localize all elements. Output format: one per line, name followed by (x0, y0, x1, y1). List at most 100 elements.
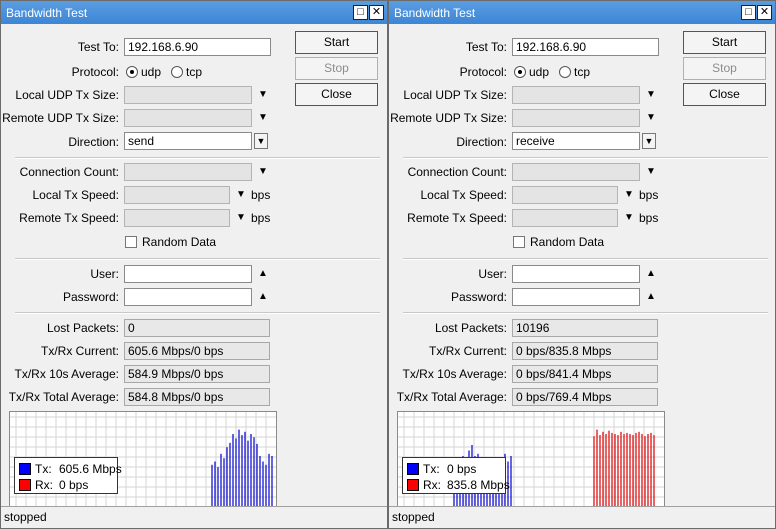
close-button[interactable]: Close (295, 83, 378, 106)
local-udp-tx-size-label: Local UDP Tx Size: (15, 88, 119, 102)
chevron-up-icon[interactable]: ▲ (646, 268, 656, 280)
txrx-10s-average-value: 0 bps/841.4 Mbps (512, 365, 658, 383)
connection-count-input[interactable] (124, 163, 252, 181)
protocol-tcp-radio[interactable] (559, 66, 571, 78)
remote-udp-tx-size-input[interactable] (124, 109, 252, 127)
txrx-total-average-value: 0 bps/769.4 Mbps (512, 388, 658, 406)
lost-packets-value: 10196 (512, 319, 658, 337)
password-input[interactable] (124, 288, 252, 306)
txrx-total-average-value: 584.8 Mbps/0 bps (124, 388, 270, 406)
password-label: Password: (62, 290, 119, 304)
protocol-udp-label: udp (529, 65, 550, 79)
connection-count-label: Connection Count: (19, 165, 119, 179)
title-bar[interactable]: Bandwidth Test □ ✕ (1, 1, 387, 24)
divider (403, 157, 768, 159)
protocol-udp-radio[interactable] (514, 66, 526, 78)
direction-select[interactable]: send (124, 132, 252, 150)
connection-count-label: Connection Count: (407, 165, 507, 179)
status-text: stopped (392, 510, 435, 524)
start-button[interactable]: Start (683, 31, 766, 54)
local-tx-speed-label: Local Tx Speed: (420, 188, 507, 202)
random-data-label: Random Data (142, 235, 217, 249)
local-tx-speed-input[interactable] (124, 186, 230, 204)
password-label: Password: (450, 290, 507, 304)
chevron-down-icon[interactable]: ▼ (258, 166, 268, 178)
protocol-udp-label: udp (141, 65, 162, 79)
legend-rx-label: Rx: (35, 478, 53, 492)
close-button[interactable]: Close (683, 83, 766, 106)
legend-rx-value: 0 bps (59, 478, 89, 492)
chevron-up-icon[interactable]: ▲ (258, 268, 268, 280)
window-title: Bandwidth Test (394, 6, 476, 20)
remote-tx-speed-input[interactable] (124, 209, 230, 227)
direction-label: Direction: (68, 135, 119, 149)
window-title: Bandwidth Test (6, 6, 88, 20)
close-icon[interactable]: ✕ (369, 5, 384, 20)
chevron-down-icon[interactable]: ▼ (236, 212, 246, 224)
maximize-icon[interactable]: □ (741, 5, 756, 20)
remote-tx-speed-input[interactable] (512, 209, 618, 227)
protocol-tcp-radio[interactable] (171, 66, 183, 78)
test-to-input[interactable]: 192.168.6.90 (512, 38, 659, 56)
stop-button[interactable]: Stop (683, 57, 766, 80)
protocol-tcp-label: tcp (186, 65, 203, 79)
direction-select[interactable]: receive (512, 132, 640, 150)
tx-swatch (19, 463, 31, 475)
status-text: stopped (4, 510, 47, 524)
chevron-up-icon[interactable]: ▲ (646, 291, 656, 303)
local-udp-tx-size-input[interactable] (512, 86, 640, 104)
title-bar[interactable]: Bandwidth Test □ ✕ (389, 1, 775, 24)
start-button[interactable]: Start (295, 31, 378, 54)
test-to-input[interactable]: 192.168.6.90 (124, 38, 271, 56)
txrx-current-value: 0 bps/835.8 Mbps (512, 342, 658, 360)
remote-udp-tx-size-label: Remote UDP Tx Size: (390, 111, 507, 125)
dropdown-icon[interactable]: ▼ (642, 133, 656, 149)
chevron-down-icon[interactable]: ▼ (646, 112, 656, 124)
bandwidth-test-window-1: Bandwidth Test □ ✕ Test To: 192.168.6.90… (0, 0, 388, 529)
local-udp-tx-size-input[interactable] (124, 86, 252, 104)
user-input[interactable] (124, 265, 252, 283)
test-to-label: Test To: (465, 40, 507, 54)
protocol-tcp-label: tcp (574, 65, 591, 79)
chevron-down-icon[interactable]: ▼ (646, 89, 656, 101)
chevron-up-icon[interactable]: ▲ (258, 291, 268, 303)
bps-unit: bps (251, 211, 271, 225)
bps-unit: bps (251, 188, 271, 202)
random-data-checkbox[interactable] (125, 236, 137, 248)
remote-tx-speed-label: Remote Tx Speed: (19, 211, 119, 225)
user-label: User: (90, 267, 119, 281)
connection-count-input[interactable] (512, 163, 640, 181)
local-tx-speed-input[interactable] (512, 186, 618, 204)
bps-unit: bps (639, 188, 659, 202)
lost-packets-label: Lost Packets: (46, 321, 119, 335)
rx-swatch (19, 479, 31, 491)
maximize-icon[interactable]: □ (353, 5, 368, 20)
remote-tx-speed-label: Remote Tx Speed: (407, 211, 507, 225)
txrx-10s-average-label: Tx/Rx 10s Average: (14, 367, 120, 381)
chevron-down-icon[interactable]: ▼ (258, 89, 268, 101)
close-icon[interactable]: ✕ (757, 5, 772, 20)
stop-button[interactable]: Stop (295, 57, 378, 80)
txrx-current-label: Tx/Rx Current: (428, 344, 507, 358)
chevron-down-icon[interactable]: ▼ (624, 212, 634, 224)
graph-legend: Tx: 0 bps Rx: 835.8 Mbps (402, 457, 510, 494)
legend-tx-label: Tx: (423, 462, 440, 476)
legend-rx-value: 835.8 Mbps (447, 478, 510, 492)
password-input[interactable] (512, 288, 640, 306)
bandwidth-test-window-2: Bandwidth Test □ ✕ Test To: 192.168.6.90… (388, 0, 776, 529)
direction-label: Direction: (456, 135, 507, 149)
remote-udp-tx-size-input[interactable] (512, 109, 640, 127)
protocol-udp-radio[interactable] (126, 66, 138, 78)
lost-packets-label: Lost Packets: (434, 321, 507, 335)
txrx-total-average-label: Tx/Rx Total Average: (396, 390, 507, 404)
txrx-current-value: 605.6 Mbps/0 bps (124, 342, 270, 360)
local-tx-speed-label: Local Tx Speed: (32, 188, 119, 202)
chevron-down-icon[interactable]: ▼ (236, 189, 246, 201)
chevron-down-icon[interactable]: ▼ (646, 166, 656, 178)
random-data-checkbox[interactable] (513, 236, 525, 248)
protocol-label: Protocol: (459, 65, 507, 79)
chevron-down-icon[interactable]: ▼ (624, 189, 634, 201)
user-input[interactable] (512, 265, 640, 283)
chevron-down-icon[interactable]: ▼ (258, 112, 268, 124)
dropdown-icon[interactable]: ▼ (254, 133, 268, 149)
